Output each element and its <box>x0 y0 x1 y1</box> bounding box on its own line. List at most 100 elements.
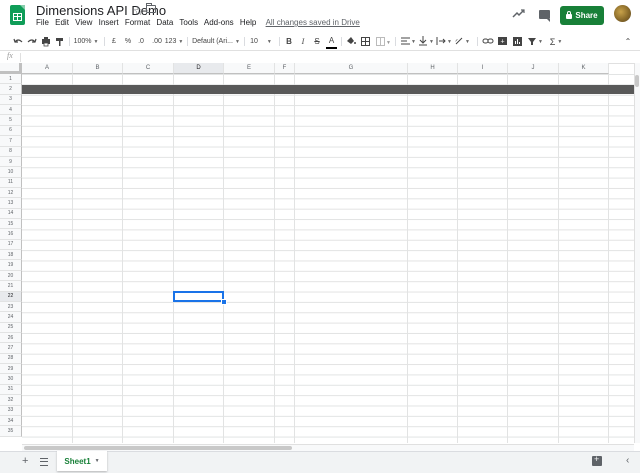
select-all-corner[interactable] <box>0 63 22 74</box>
column-header-h[interactable]: H <box>408 63 458 74</box>
row-header-21[interactable]: 21 <box>0 281 22 292</box>
column-header-d[interactable]: D <box>174 63 224 74</box>
merge-cells-icon[interactable]: ▼ <box>375 33 391 50</box>
row-header-16[interactable]: 16 <box>0 229 22 240</box>
row-header-23[interactable]: 23 <box>0 301 22 313</box>
active-cell-selection[interactable] <box>173 290 224 302</box>
all-sheets-menu-icon[interactable] <box>40 458 48 466</box>
sheet-tab-menu-icon[interactable]: ▼ <box>95 458 100 464</box>
move-to-folder-icon[interactable] <box>146 3 156 13</box>
vertical-scroll-thumb[interactable] <box>635 75 639 87</box>
row-header-6[interactable]: 6 <box>0 125 22 137</box>
row-header-35[interactable]: 35 <box>0 426 22 437</box>
borders-icon[interactable] <box>360 33 371 50</box>
collapse-toolbar-icon[interactable]: ⌃ <box>622 33 634 50</box>
decrease-decimal-button[interactable]: .0 <box>135 33 147 50</box>
column-header-c[interactable]: C <box>123 63 174 74</box>
column-header-g[interactable]: G <box>295 63 408 74</box>
column-header-k[interactable]: K <box>559 63 609 74</box>
horizontal-align-icon[interactable]: ▼ <box>400 33 416 50</box>
row-header-28[interactable]: 28 <box>0 353 22 365</box>
fill-color-icon[interactable] <box>345 33 356 50</box>
cell-area[interactable] <box>22 74 635 443</box>
activity-dashboard-icon[interactable] <box>512 9 525 19</box>
row-header-34[interactable]: 34 <box>0 415 22 427</box>
row-header-31[interactable]: 31 <box>0 384 22 396</box>
italic-button[interactable]: I <box>298 33 308 50</box>
font-size-select[interactable]: 10 ▼ <box>249 33 273 50</box>
explore-icon[interactable] <box>592 454 602 466</box>
vertical-align-icon[interactable]: ▼ <box>418 33 434 50</box>
row-header-3[interactable]: 3 <box>0 94 22 106</box>
comment-history-icon[interactable] <box>539 10 550 22</box>
row-header-2[interactable]: 2 <box>0 84 22 95</box>
row-header-32[interactable]: 32 <box>0 395 22 406</box>
add-sheet-icon[interactable]: + <box>22 455 28 467</box>
undo-icon[interactable] <box>12 33 24 50</box>
bold-button[interactable]: B <box>284 33 294 50</box>
sheet-tab[interactable]: Sheet1 ▼ <box>57 451 107 471</box>
increase-decimal-button[interactable]: .00 <box>150 33 164 50</box>
menu-help[interactable]: Help <box>240 18 256 27</box>
row-header-25[interactable]: 25 <box>0 322 22 333</box>
strikethrough-button[interactable]: S <box>312 33 322 50</box>
text-rotation-icon[interactable]: ᐟ ▼ <box>454 33 470 50</box>
insert-chart-icon[interactable] <box>512 33 524 50</box>
functions-select[interactable]: Σ ▼ <box>547 33 565 50</box>
row-header-18[interactable]: 18 <box>0 250 22 261</box>
row-header-8[interactable]: 8 <box>0 146 22 157</box>
row-header-5[interactable]: 5 <box>0 115 22 126</box>
share-button[interactable]: Share <box>560 6 604 25</box>
row-header-26[interactable]: 26 <box>0 333 22 344</box>
percent-format-button[interactable]: % <box>123 33 133 50</box>
row-header-1[interactable]: 1 <box>0 74 22 85</box>
text-wrapping-icon[interactable]: ▼ <box>436 33 452 50</box>
menu-addons[interactable]: Add-ons <box>204 18 234 27</box>
print-icon[interactable] <box>40 33 52 50</box>
column-header-j[interactable]: J <box>508 63 559 74</box>
menu-format[interactable]: Format <box>125 18 150 27</box>
star-icon[interactable]: ☆ <box>133 4 144 18</box>
row-header-10[interactable]: 10 <box>0 167 22 178</box>
save-status-link[interactable]: All changes saved in Drive <box>266 18 360 27</box>
menu-edit[interactable]: Edit <box>55 18 69 27</box>
text-color-button[interactable]: A <box>326 34 337 49</box>
vertical-scrollbar[interactable] <box>634 63 640 443</box>
spreadsheet-grid[interactable]: A B C D E F G H I J K 1 2 3 4 5 6 7 8 9 10 11 12 13 14 15 16 17 18 19… <box>0 63 635 443</box>
row-header-7[interactable]: 7 <box>0 136 22 147</box>
menu-file[interactable]: File <box>36 18 49 27</box>
menu-data[interactable]: Data <box>156 18 173 27</box>
side-panel-toggle-icon[interactable]: ‹ <box>626 455 629 466</box>
row-header-15[interactable]: 15 <box>0 219 22 230</box>
row-header-29[interactable]: 29 <box>0 364 22 375</box>
column-header-b[interactable]: B <box>73 63 123 74</box>
row-header-4[interactable]: 4 <box>0 105 22 116</box>
menu-insert[interactable]: Insert <box>99 18 119 27</box>
fill-handle[interactable] <box>221 298 227 305</box>
row-header-14[interactable]: 14 <box>0 208 22 220</box>
font-family-select[interactable]: Default (Ari... ▼ <box>191 33 241 50</box>
account-avatar[interactable] <box>614 5 631 22</box>
highlighted-row[interactable] <box>22 84 635 95</box>
row-header-22[interactable]: 22 <box>0 291 22 302</box>
row-header-30[interactable]: 30 <box>0 374 22 385</box>
paint-format-icon[interactable] <box>54 33 66 50</box>
row-header-33[interactable]: 33 <box>0 405 22 416</box>
row-header-27[interactable]: 27 <box>0 343 22 354</box>
redo-icon[interactable] <box>26 33 38 50</box>
row-header-24[interactable]: 24 <box>0 312 22 323</box>
filter-icon[interactable]: ▼ <box>527 33 543 50</box>
column-header-f[interactable]: F <box>275 63 295 74</box>
formula-input[interactable] <box>24 51 634 63</box>
column-header-i[interactable]: I <box>458 63 508 74</box>
menu-view[interactable]: View <box>75 18 92 27</box>
row-header-12[interactable]: 12 <box>0 187 22 199</box>
insert-comment-icon[interactable]: + <box>497 33 509 50</box>
row-header-11[interactable]: 11 <box>0 177 22 188</box>
insert-link-icon[interactable] <box>482 33 495 50</box>
horizontal-scroll-thumb[interactable] <box>24 446 292 450</box>
column-header-e[interactable]: E <box>224 63 275 74</box>
row-header-9[interactable]: 9 <box>0 156 22 168</box>
zoom-select[interactable]: 100% ▼ <box>74 33 99 50</box>
row-header-20[interactable]: 20 <box>0 270 22 282</box>
